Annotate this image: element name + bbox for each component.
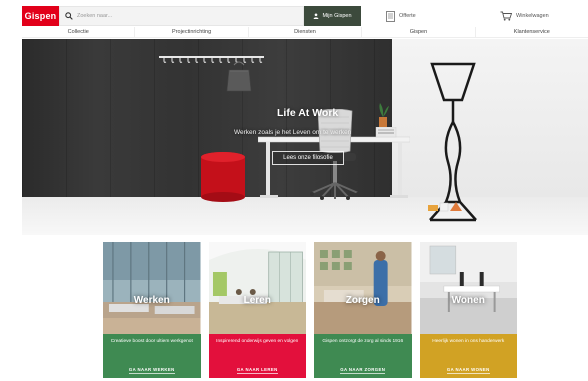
hero-philosophy-button[interactable]: Lees onze filosofie — [272, 151, 344, 165]
card-wonen-body: Heerlijk wonen in ons handerwerk GA NAAR… — [419, 334, 517, 378]
hero-floor — [22, 197, 588, 235]
card-wonen-desc: Heerlijk wonen in ons handerwerk — [432, 339, 505, 344]
card-werken-image — [103, 242, 201, 334]
hero-title: Life At Work — [277, 107, 339, 119]
card-leren-desc: Inspirerend onderwijs geven en volgen — [216, 339, 299, 344]
winkelwagen-label: Winkelwagen — [516, 13, 549, 19]
card-zorgen-body: Gispen ontzorgt de zorg al sinds 1916 GA… — [314, 334, 412, 378]
card-zorgen[interactable]: Zorgen Gispen ontzorgt de zorg al sinds … — [314, 242, 412, 378]
main-nav: Collectie Projectinrichting Diensten Gis… — [22, 27, 588, 38]
gispen-logo[interactable]: Gispen — [22, 6, 59, 26]
search-box[interactable] — [59, 6, 304, 26]
hero-subtitle: Werken zoals je het Leven om te werken — [234, 129, 352, 136]
card-leren[interactable]: Leren Inspirerend onderwijs geven en vol… — [208, 242, 306, 378]
card-zorgen-cta[interactable]: GA NAAR ZORGEN — [340, 367, 386, 374]
plant-illustration — [379, 103, 389, 127]
card-leren-cta[interactable]: GA NAAR LEREN — [236, 367, 278, 374]
offerte-label: Offerte — [399, 13, 416, 19]
card-werken-desc: Creatieve boost door ultiem werkgenot — [110, 339, 193, 344]
card-werken[interactable]: Werken Creatieve boost door ultiem werkg… — [103, 242, 201, 378]
card-wonen-cta[interactable]: GA NAAR WONEN — [446, 367, 490, 374]
nav-item-klantenservice[interactable]: Klantenservice — [476, 27, 588, 37]
card-wonen[interactable]: Wonen Heerlijk wonen in ons handerwerk G… — [419, 242, 517, 378]
floor-toy-illustration — [428, 202, 462, 212]
card-leren-title: Leren — [243, 295, 271, 306]
hero-button-label: Lees onze filosofie — [283, 155, 333, 161]
cart-icon — [500, 11, 512, 21]
logo-text: Gispen — [24, 11, 57, 21]
search-input[interactable] — [77, 13, 277, 19]
card-leren-body: Inspirerend onderwijs geven en volgen GA… — [208, 334, 306, 378]
document-icon — [386, 10, 395, 22]
nav-item-projectinrichting[interactable]: Projectinrichting — [135, 27, 249, 37]
card-zorgen-image — [314, 242, 412, 334]
mijn-gispen-button[interactable]: Mijn Gispen — [304, 6, 361, 26]
offerte-link[interactable]: Offerte — [386, 6, 416, 26]
winkelwagen-link[interactable]: Winkelwagen — [500, 6, 549, 26]
hanging-bag-illustration — [226, 61, 252, 92]
top-header: Gispen Mijn Gispen Offerte Winkelwagen — [22, 6, 588, 26]
card-zorgen-desc: Gispen ontzorgt de zorg al sinds 1916 — [322, 339, 404, 344]
card-wonen-title: Wonen — [451, 295, 485, 306]
mijn-gispen-label: Mijn Gispen — [322, 13, 352, 19]
red-stool-illustration — [201, 152, 245, 202]
card-wonen-image — [419, 242, 517, 334]
nav-item-diensten[interactable]: Diensten — [249, 27, 363, 37]
card-leren-image — [208, 242, 306, 334]
search-icon — [65, 12, 73, 20]
card-werken-cta[interactable]: GA NAAR WERKEN — [128, 367, 175, 374]
nav-item-collectie[interactable]: Collectie — [22, 27, 136, 37]
hero-banner: Life At Work Werken zoals je het Leven o… — [22, 39, 588, 235]
card-werken-title: Werken — [133, 295, 170, 306]
nav-item-gispen[interactable]: Gispen — [362, 27, 476, 37]
category-cards: Werken Creatieve boost door ultiem werkg… — [103, 242, 517, 378]
card-zorgen-title: Zorgen — [345, 295, 380, 306]
card-werken-body: Creatieve boost door ultiem werkgenot GA… — [103, 334, 201, 378]
user-icon — [314, 13, 319, 19]
